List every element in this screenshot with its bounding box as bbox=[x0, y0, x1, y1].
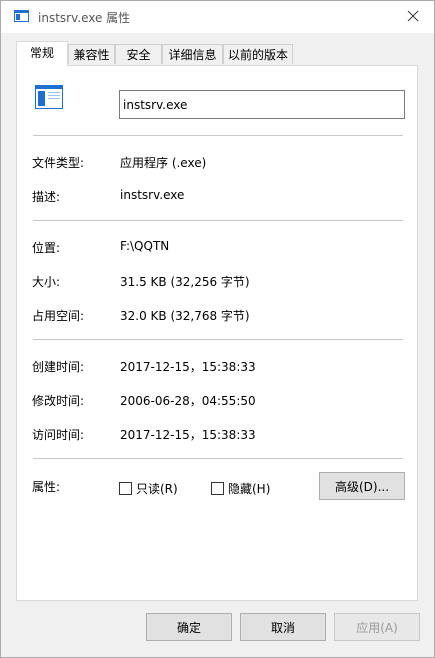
general-panel: 文件类型: 应用程序 (.exe) 描述: instsrv.exe 位置: F:… bbox=[16, 65, 418, 601]
tab-compatibility[interactable]: 兼容性 bbox=[68, 44, 115, 64]
tab-previous-versions[interactable]: 以前的版本 bbox=[223, 44, 293, 64]
created-label: 创建时间: bbox=[32, 360, 85, 374]
readonly-checkbox[interactable]: 只读(R) bbox=[119, 480, 178, 496]
separator bbox=[33, 135, 403, 136]
tab-details[interactable]: 详细信息 bbox=[162, 44, 223, 64]
separator bbox=[33, 458, 403, 459]
hidden-checkbox-box[interactable] bbox=[211, 482, 224, 495]
file-type-value: 应用程序 (.exe) bbox=[120, 156, 207, 170]
accessed-value: 2017-12-15，15:38:33 bbox=[120, 428, 256, 442]
ok-button[interactable]: 确定 bbox=[146, 613, 232, 641]
attributes-label: 属性: bbox=[32, 480, 61, 494]
tab-security[interactable]: 安全 bbox=[115, 44, 162, 64]
accessed-label: 访问时间: bbox=[32, 428, 85, 442]
modified-value: 2006-06-28，04:55:50 bbox=[120, 394, 256, 408]
executable-file-icon bbox=[35, 85, 63, 109]
created-value: 2017-12-15，15:38:33 bbox=[120, 360, 256, 374]
readonly-checkbox-label: 只读(R) bbox=[136, 482, 178, 496]
readonly-checkbox-box[interactable] bbox=[119, 482, 132, 495]
window-title: instsrv.exe 属性 bbox=[38, 11, 131, 25]
advanced-button[interactable]: 高级(D)... bbox=[319, 472, 405, 500]
location-value: F:\QQTN bbox=[120, 239, 170, 253]
tab-general[interactable]: 常规 bbox=[16, 41, 68, 66]
separator bbox=[33, 339, 403, 340]
size-label: 大小: bbox=[32, 275, 61, 289]
disk-size-label: 占用空间: bbox=[32, 309, 85, 323]
modified-label: 修改时间: bbox=[32, 394, 85, 408]
apply-button[interactable]: 应用(A) bbox=[334, 613, 420, 641]
disk-size-value: 32.0 KB (32,768 字节) bbox=[120, 309, 250, 323]
cancel-button[interactable]: 取消 bbox=[240, 613, 326, 641]
location-label: 位置: bbox=[32, 241, 61, 255]
file-type-label: 文件类型: bbox=[32, 156, 85, 170]
properties-dialog: instsrv.exe 属性 常规 兼容性 安全 详细信息 以前的版本 文件类型… bbox=[0, 0, 435, 658]
hidden-checkbox[interactable]: 隐藏(H) bbox=[211, 480, 270, 496]
close-icon[interactable] bbox=[404, 7, 422, 25]
size-value: 31.5 KB (32,256 字节) bbox=[120, 275, 250, 289]
separator bbox=[33, 220, 403, 221]
description-label: 描述: bbox=[32, 190, 61, 204]
window-app-icon bbox=[14, 10, 29, 22]
title-bar[interactable]: instsrv.exe 属性 bbox=[1, 1, 434, 33]
file-name-input[interactable] bbox=[119, 90, 405, 119]
description-value: instsrv.exe bbox=[120, 188, 185, 202]
hidden-checkbox-label: 隐藏(H) bbox=[228, 482, 271, 496]
